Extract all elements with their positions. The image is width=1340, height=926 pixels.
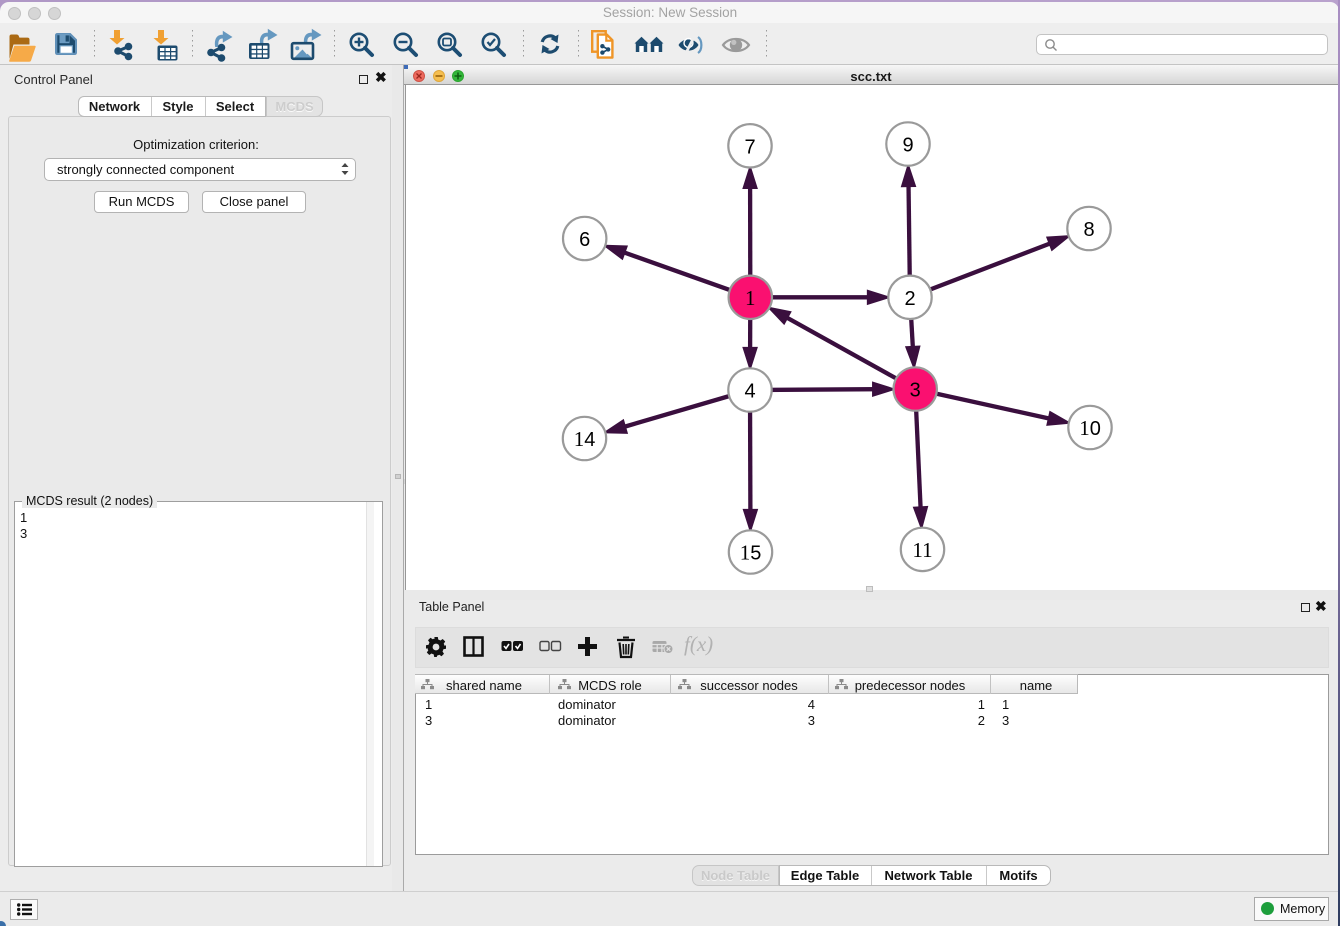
svg-text:15: 15 [740, 541, 762, 565]
svg-text:1: 1 [745, 286, 756, 310]
svg-text:11: 11 [912, 538, 932, 562]
svg-text:14: 14 [574, 427, 596, 451]
svg-text:8: 8 [1083, 219, 1094, 241]
svg-text:10: 10 [1079, 416, 1101, 440]
svg-text:2: 2 [904, 288, 915, 310]
svg-text:3: 3 [910, 380, 921, 402]
svg-text:6: 6 [579, 229, 590, 251]
svg-text:4: 4 [744, 381, 755, 403]
svg-text:9: 9 [902, 135, 913, 157]
svg-text:7: 7 [744, 136, 755, 158]
